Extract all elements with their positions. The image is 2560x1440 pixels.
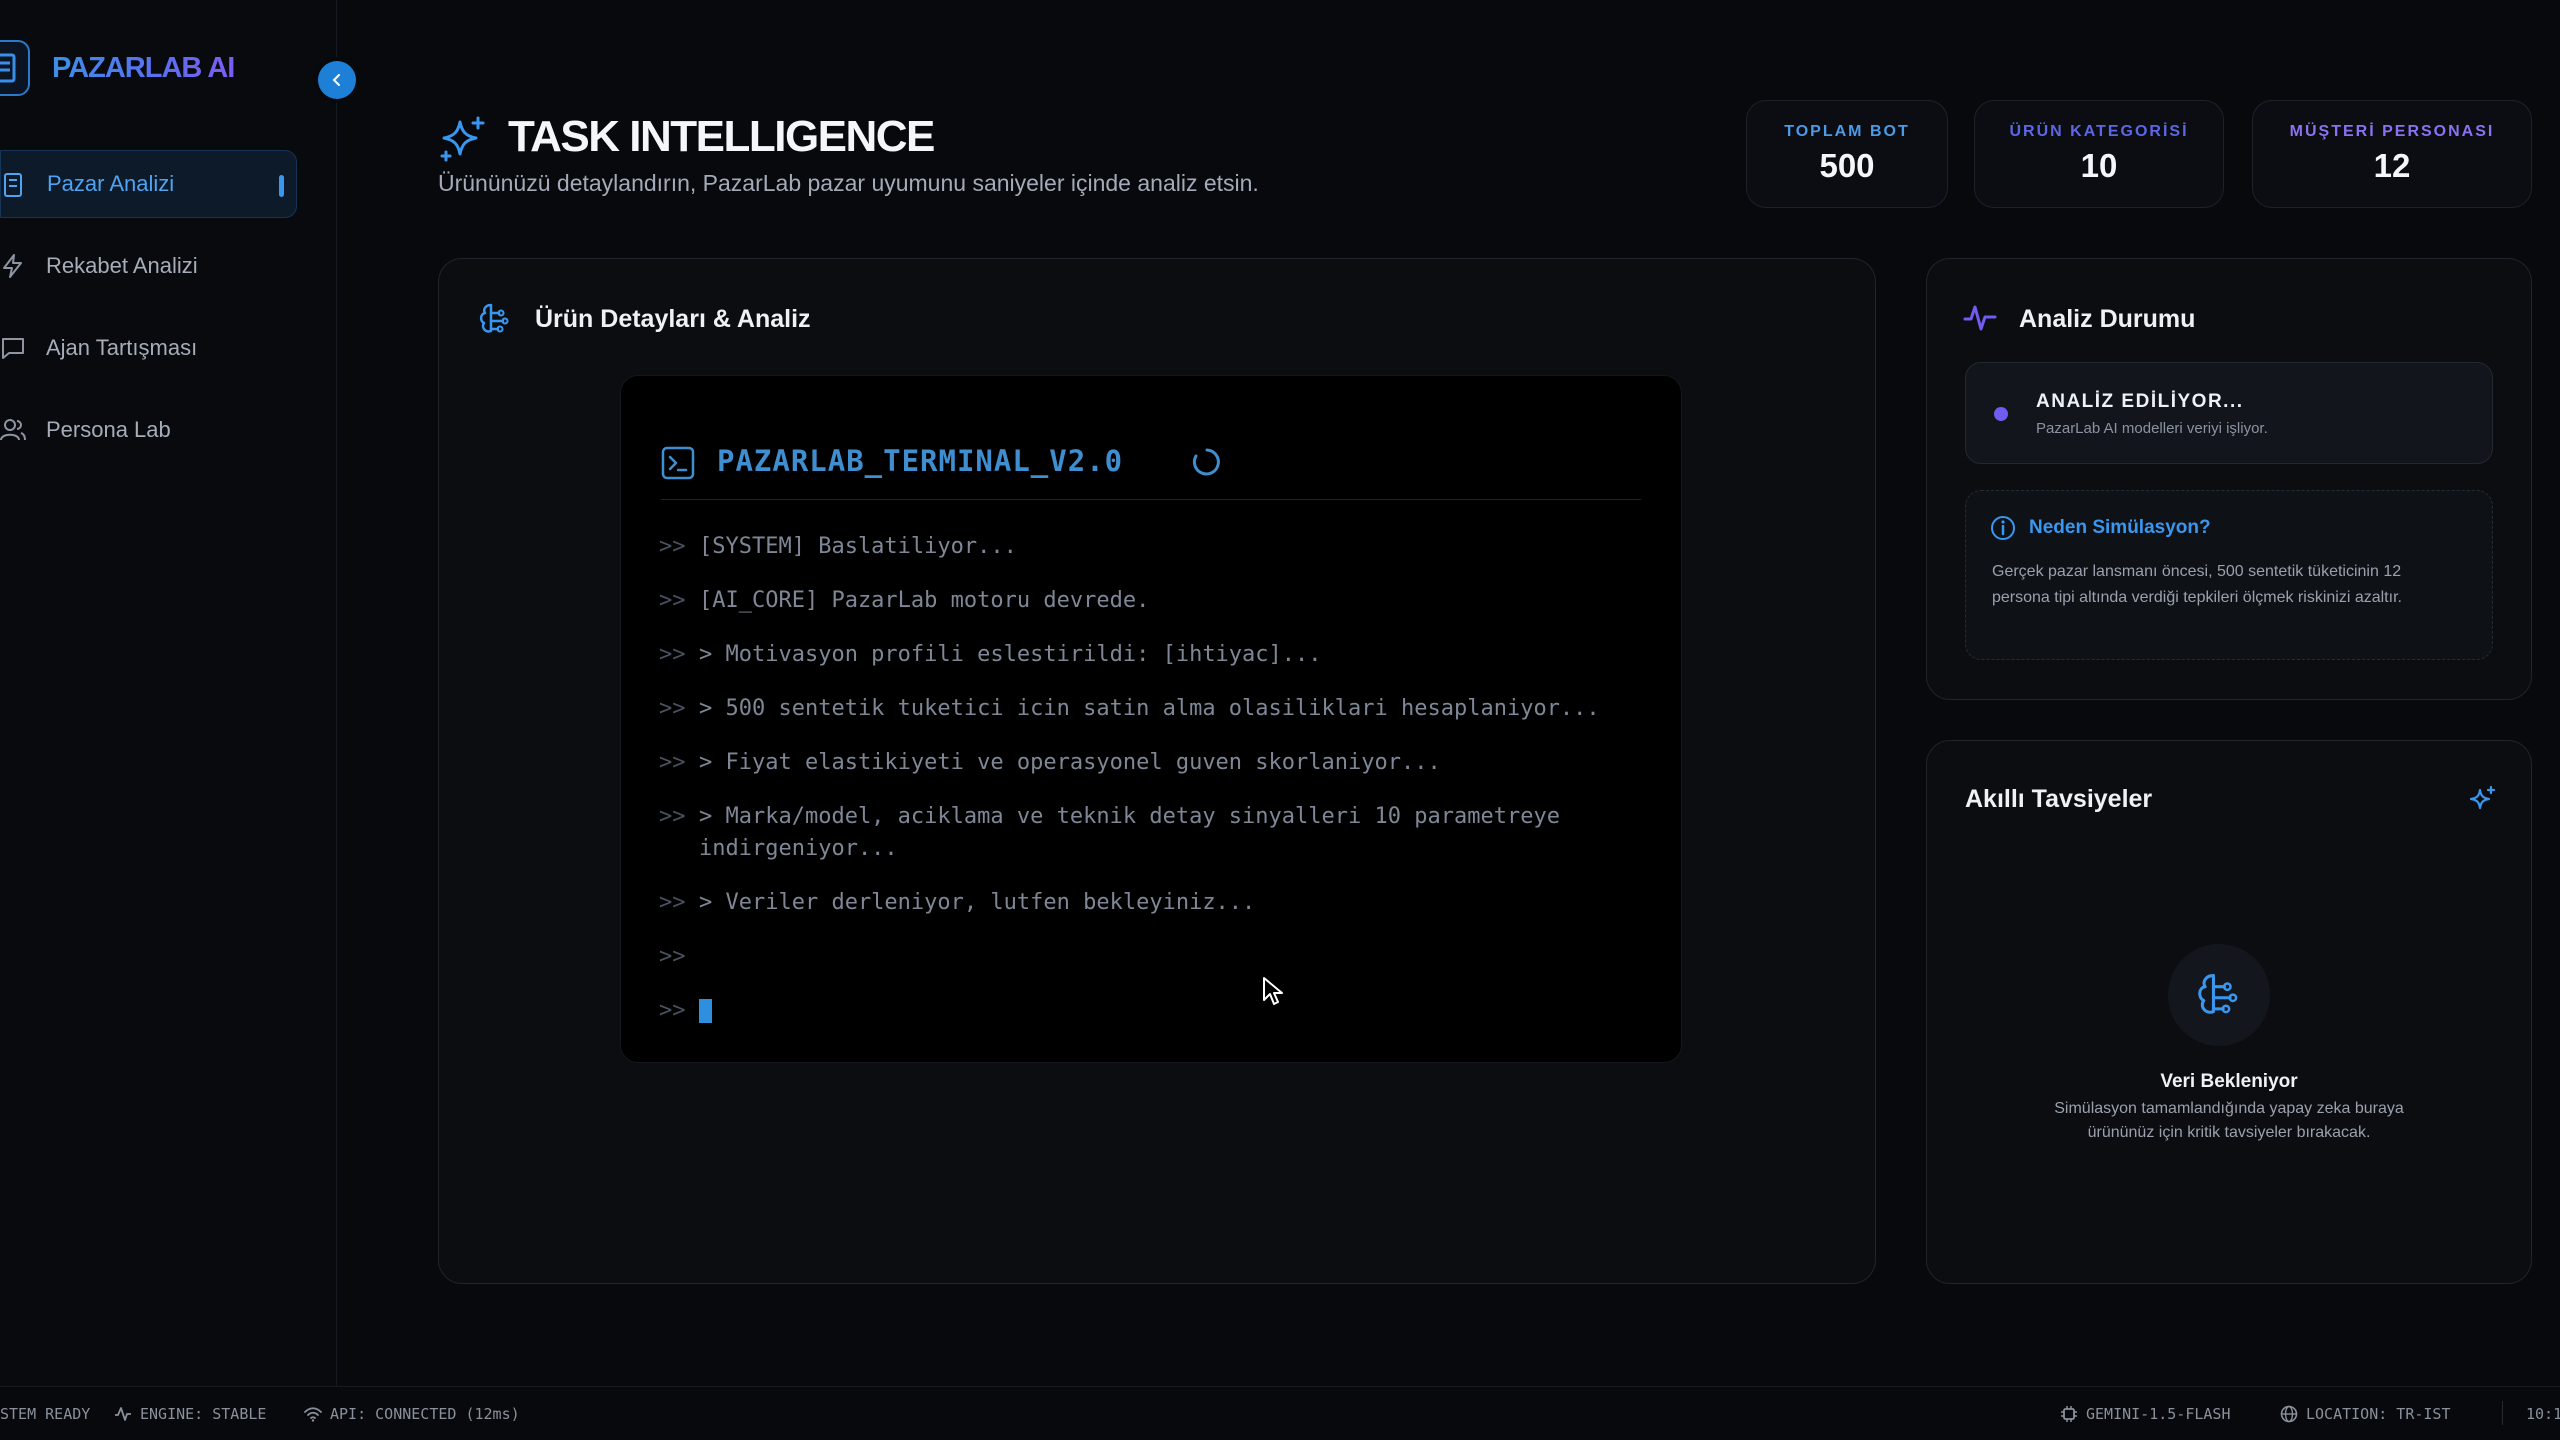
terminal-icon <box>661 446 695 480</box>
sidebar-item-label: Persona Lab <box>46 417 171 442</box>
chevron-left-icon <box>332 74 340 86</box>
status-system: STEM READY <box>0 1405 91 1423</box>
users-icon <box>0 419 26 441</box>
mouse-cursor-icon <box>1263 977 1283 1005</box>
terminal-line: >> > Marka/model, aciklama ve teknik deta… <box>659 804 1560 861</box>
building-icon <box>4 173 22 197</box>
why-title: Neden Simülasyon? <box>2029 517 2211 538</box>
status-description: PazarLab AI modelleri veriyi işliyor. <box>2036 420 2268 437</box>
stat-label: TOPLAM BOT <box>1784 123 1910 140</box>
sidebar-item-persona-lab[interactable]: Persona Lab <box>0 396 300 464</box>
brain-icon <box>479 303 509 333</box>
loading-spinner-icon <box>1192 448 1220 476</box>
stat-value: 500 <box>1819 147 1875 184</box>
why-text: Gerçek pazar lansmanı öncesi, 500 sentet… <box>1992 563 2402 606</box>
brand-name: PAZARLAB AI <box>52 52 235 84</box>
sidebar-item-ajan-tartismasi[interactable]: Ajan Tartışması <box>0 314 300 382</box>
terminal-line: >> [SYSTEM] Baslatiliyor... <box>659 534 1017 559</box>
wifi-icon <box>304 1407 322 1422</box>
page-subtitle: Ürününüzü detaylandırın, PazarLab pazar … <box>438 170 1259 196</box>
terminal-line: >> > Fiyat elastikiyeti ve operasyonel gu… <box>659 750 1441 775</box>
sparkles-icon <box>440 116 485 162</box>
lightning-icon <box>3 254 22 278</box>
terminal-line: >> <box>659 944 686 969</box>
sidebar-item-label: Pazar Analizi <box>47 171 175 196</box>
status-engine: ENGINE: STABLE <box>114 1405 266 1423</box>
stat-value: 12 <box>2373 147 2411 184</box>
panel-title: Ürün Detayları & Analiz <box>535 305 811 333</box>
status-title: ANALİZ EDİLİYOR... <box>2036 391 2244 412</box>
stat-customer-personas: MÜŞTERİ PERSONASI 12 <box>2252 100 2532 208</box>
stat-label: MÜŞTERİ PERSONASI <box>2289 123 2495 140</box>
status-api: API: CONNECTED (12ms) <box>304 1405 520 1423</box>
terminal-line: >> [AI_CORE] PazarLab motoru devrede. <box>659 588 1150 613</box>
building-icon <box>0 40 30 96</box>
terminal-input-line[interactable]: >> <box>659 995 1641 1027</box>
info-icon <box>1991 516 2015 540</box>
activity-icon <box>1963 305 1997 331</box>
stat-value: 10 <box>2080 147 2118 184</box>
status-dot <box>1994 407 2008 421</box>
brain-icon <box>2168 944 2270 1046</box>
status-model: GEMINI-1.5-FLASH <box>2060 1405 2231 1423</box>
status-location: LOCATION: TR-IST <box>2280 1405 2451 1423</box>
terminal-cursor <box>699 999 712 1023</box>
stat-product-categories: ÜRÜN KATEGORİSİ 10 <box>1974 100 2224 208</box>
sidebar-item-rekabet-analizi[interactable]: Rekabet Analizi <box>0 232 300 300</box>
terminal-title: PAZARLAB_TERMINAL_V2.0 <box>717 444 1124 478</box>
page-title: TASK INTELLIGENCE <box>508 112 935 161</box>
stat-total-bots: TOPLAM BOT 500 <box>1746 100 1948 208</box>
status-bar: STEM READY ENGINE: STABLE API: CONNECTED… <box>0 1386 2560 1440</box>
terminal-line: >> > Motivasyon profili eslestirildi: [ih… <box>659 642 1322 667</box>
activity-icon <box>115 1407 131 1421</box>
sidebar-item-label: Ajan Tartışması <box>46 335 198 360</box>
sidebar-item-pazar-analizi[interactable]: Pazar Analizi <box>0 150 297 218</box>
sidebar: PAZARLAB AI Pazar Analizi Rekabet Analiz… <box>0 0 337 1386</box>
analysis-status-card: ANALİZ EDİLİYOR... PazarLab AI modelleri… <box>1965 362 2493 464</box>
panel-title: Akıllı Tavsiyeler <box>1965 785 2153 813</box>
terminal-output: >> [SYSTEM] Baslatiliyor... >> [AI_CORE] P… <box>659 531 1641 1049</box>
status-time: 10:1 <box>2526 1405 2560 1423</box>
empty-state-title: Veri Bekleniyor <box>2160 1071 2298 1092</box>
sidebar-item-label: Rekabet Analizi <box>46 253 198 278</box>
terminal-window[interactable]: PAZARLAB_TERMINAL_V2.0 >> [SYSTEM] Baslat… <box>620 375 1682 1063</box>
chat-icon <box>2 338 24 359</box>
globe-icon <box>2280 1405 2298 1423</box>
terminal-line: >> > 500 sentetik tuketici icin satin alm… <box>659 696 1600 721</box>
panel-title: Analiz Durumu <box>2019 305 2196 333</box>
divider <box>2502 1401 2503 1425</box>
why-simulation-card: Neden Simülasyon? Gerçek pazar lansmanı … <box>1965 490 2493 660</box>
terminal-line: >> > Veriler derleniyor, lutfen bekleyini… <box>659 890 1256 915</box>
stat-label: ÜRÜN KATEGORİSİ <box>2009 123 2189 140</box>
collapse-sidebar-button[interactable] <box>318 61 356 99</box>
terminal-header: PAZARLAB_TERMINAL_V2.0 <box>661 440 1641 500</box>
chip-icon <box>2061 1406 2077 1422</box>
sidebar-nav: Pazar Analizi Rekabet Analizi Ajan Tartı… <box>0 150 300 478</box>
active-indicator <box>279 175 284 197</box>
sparkles-icon[interactable] <box>2467 785 2497 815</box>
empty-state-text: Simülasyon tamamlandığında yapay zeka bu… <box>2054 1100 2404 1141</box>
